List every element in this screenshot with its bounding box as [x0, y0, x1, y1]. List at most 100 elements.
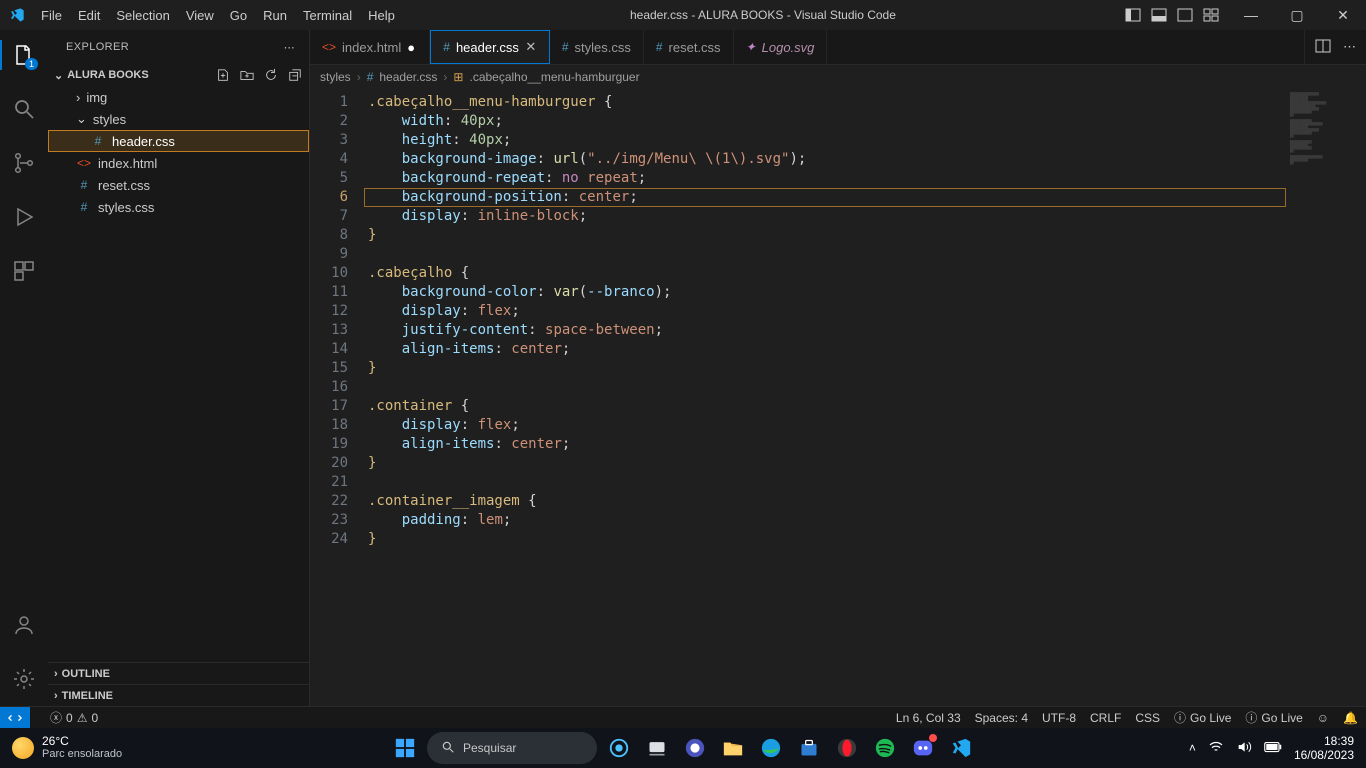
taskbar-search[interactable]: Pesquisar: [427, 732, 597, 764]
explorer-project-header[interactable]: ⌄ ALURA BOOKS: [48, 64, 309, 86]
chevron-right-icon: ›: [443, 70, 447, 84]
explorer-title: EXPLORER: [66, 41, 129, 53]
tab-label: header.css: [456, 40, 519, 55]
collapse-all-icon[interactable]: [287, 68, 303, 82]
tray-volume-icon[interactable]: [1236, 739, 1252, 758]
taskbar-spotify[interactable]: [869, 732, 901, 764]
minimap[interactable]: ████████████████████████████████████████…: [1286, 89, 1366, 706]
toggle-panel-icon[interactable]: [1150, 6, 1168, 24]
project-name: ALURA BOOKS: [67, 69, 148, 81]
menu-selection[interactable]: Selection: [109, 4, 176, 27]
taskbar-store[interactable]: [793, 732, 825, 764]
more-actions-icon[interactable]: ⋯: [1343, 39, 1356, 55]
breadcrumb-item[interactable]: header.css: [379, 70, 437, 84]
taskbar-vscode[interactable]: [945, 732, 977, 764]
warning-count: 0: [91, 711, 98, 725]
menu-view[interactable]: View: [179, 4, 221, 27]
window-minimize-button[interactable]: ―: [1228, 0, 1274, 30]
activity-accounts[interactable]: [0, 608, 48, 642]
status-encoding[interactable]: UTF-8: [1042, 711, 1076, 725]
weather-desc: Parc ensolarado: [42, 748, 122, 761]
tree-folder-img[interactable]: › img: [48, 86, 309, 108]
new-file-icon[interactable]: [215, 68, 231, 82]
status-indentation[interactable]: Spaces: 4: [975, 711, 1028, 725]
activity-search[interactable]: [0, 92, 48, 126]
tab-index-html[interactable]: <> index.html ●: [310, 30, 430, 64]
tray-wifi-icon[interactable]: [1208, 739, 1224, 758]
taskbar-discord[interactable]: [907, 732, 939, 764]
error-icon: ⓧ: [50, 709, 62, 726]
tab-styles-css[interactable]: # styles.css: [550, 30, 644, 64]
tab-reset-css[interactable]: # reset.css: [644, 30, 734, 64]
menu-edit[interactable]: Edit: [71, 4, 107, 27]
start-button[interactable]: [389, 732, 421, 764]
menu-run[interactable]: Run: [256, 4, 294, 27]
toggle-primary-sidebar-icon[interactable]: [1124, 6, 1142, 24]
chevron-right-icon: ›: [54, 668, 58, 680]
activity-extensions[interactable]: [0, 254, 48, 288]
taskbar-weather[interactable]: 26°C Parc ensolarado: [12, 735, 122, 761]
tab-header-css[interactable]: # header.css ✕: [430, 30, 550, 64]
breadcrumbs[interactable]: styles › # header.css › ⊞ .cabeçalho__me…: [310, 65, 1366, 89]
taskbar-teams[interactable]: [679, 732, 711, 764]
status-go-live-2[interactable]: ⓘGo Live: [1245, 709, 1302, 726]
tree-file-index-html[interactable]: <> index.html: [48, 152, 309, 174]
activity-explorer[interactable]: 1: [0, 38, 48, 72]
customize-layout-icon[interactable]: [1202, 6, 1220, 24]
status-eol[interactable]: CRLF: [1090, 711, 1121, 725]
taskbar-copilot[interactable]: [603, 732, 635, 764]
breadcrumb-item[interactable]: .cabeçalho__menu-hamburguer: [469, 70, 639, 84]
code-editor[interactable]: 12345 678910 1112131415 1617181920 21222…: [310, 89, 1366, 706]
windows-taskbar: 26°C Parc ensolarado Pesquisar ˄ 18:39: [0, 728, 1366, 768]
notification-dot-icon: [929, 734, 937, 742]
broadcast-icon: ⓘ: [1174, 709, 1186, 726]
tray-battery-icon[interactable]: [1264, 741, 1282, 756]
status-go-live-1[interactable]: ⓘGo Live: [1174, 709, 1231, 726]
taskbar-file-explorer[interactable]: [717, 732, 749, 764]
broadcast-icon: ⓘ: [1245, 709, 1257, 726]
chevron-right-icon: ›: [357, 70, 361, 84]
menu-terminal[interactable]: Terminal: [296, 4, 359, 27]
activity-settings[interactable]: [0, 662, 48, 696]
tree-file-reset-css[interactable]: # reset.css: [48, 174, 309, 196]
line-number-gutter: 12345 678910 1112131415 1617181920 21222…: [310, 89, 364, 706]
breadcrumb-item[interactable]: styles: [320, 70, 351, 84]
taskbar-edge[interactable]: [755, 732, 787, 764]
split-editor-icon[interactable]: [1315, 38, 1331, 57]
clock-time: 18:39: [1294, 734, 1354, 748]
explorer-more-icon[interactable]: ⋯: [284, 41, 295, 54]
status-feedback-icon[interactable]: ☺: [1317, 711, 1329, 725]
taskbar-clock[interactable]: 18:39 16/08/2023: [1294, 734, 1354, 762]
tab-logo-svg[interactable]: ✦ Logo.svg: [734, 30, 828, 64]
activity-source-control[interactable]: [0, 146, 48, 180]
menu-file[interactable]: File: [34, 4, 69, 27]
tree-file-header-css[interactable]: # header.css: [48, 130, 309, 152]
taskbar-taskview[interactable]: [641, 732, 673, 764]
refresh-icon[interactable]: [263, 68, 279, 82]
window-maximize-button[interactable]: ▢: [1274, 0, 1320, 30]
error-count: 0: [66, 711, 73, 725]
menu-go[interactable]: Go: [223, 4, 254, 27]
tree-folder-styles[interactable]: ⌄ styles: [48, 108, 309, 130]
taskbar-opera[interactable]: [831, 732, 863, 764]
code-content[interactable]: .cabeçalho__menu-hamburguer { width: 40p…: [364, 89, 1286, 706]
status-language-mode[interactable]: CSS: [1135, 711, 1160, 725]
css-file-icon: #: [562, 40, 569, 54]
warning-icon: ⚠: [77, 711, 88, 725]
menu-bar: File Edit Selection View Go Run Terminal…: [34, 4, 402, 27]
menu-help[interactable]: Help: [361, 4, 402, 27]
window-close-button[interactable]: ✕: [1320, 0, 1366, 30]
timeline-label: TIMELINE: [62, 690, 113, 702]
remote-indicator[interactable]: [0, 707, 30, 729]
status-cursor-position[interactable]: Ln 6, Col 33: [896, 711, 961, 725]
toggle-secondary-sidebar-icon[interactable]: [1176, 6, 1194, 24]
outline-section[interactable]: › OUTLINE: [48, 662, 309, 684]
tray-overflow-icon[interactable]: ˄: [1189, 741, 1196, 755]
timeline-section[interactable]: › TIMELINE: [48, 684, 309, 706]
tree-file-styles-css[interactable]: # styles.css: [48, 196, 309, 218]
activity-run-debug[interactable]: [0, 200, 48, 234]
new-folder-icon[interactable]: [239, 68, 255, 82]
tab-close-icon[interactable]: ✕: [525, 39, 537, 55]
status-problems[interactable]: ⓧ0 ⚠0: [50, 709, 98, 726]
status-notifications-icon[interactable]: 🔔: [1343, 711, 1358, 725]
